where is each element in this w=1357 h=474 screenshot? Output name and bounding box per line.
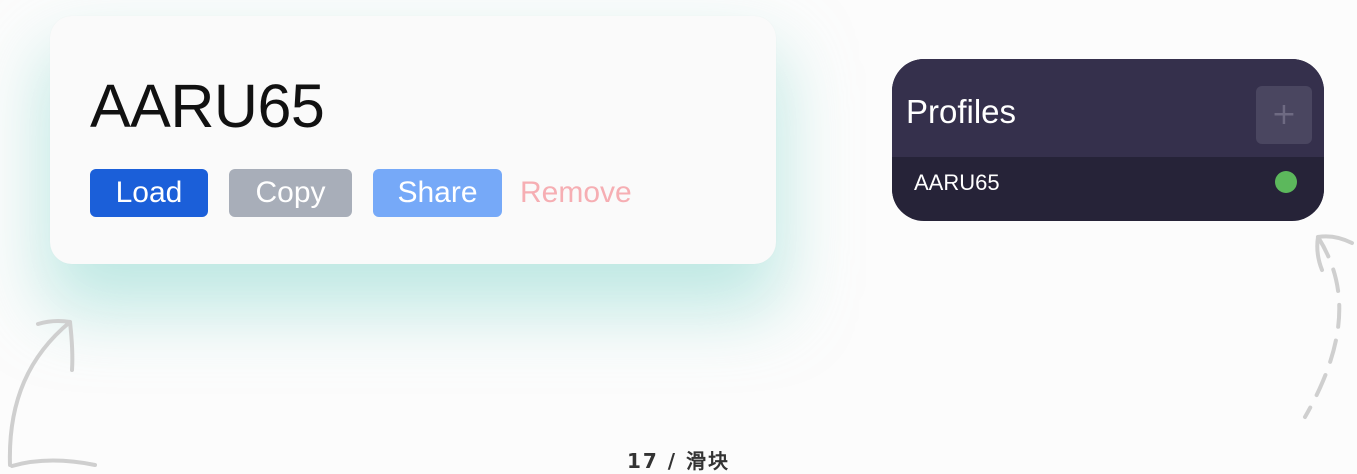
plus-icon: + xyxy=(1271,97,1297,132)
copy-button[interactable]: Copy xyxy=(229,169,352,217)
profiles-title: Profiles xyxy=(906,93,1017,130)
add-profile-button[interactable]: + xyxy=(1256,86,1312,144)
profiles-panel: Profiles + AARU65 xyxy=(892,59,1324,221)
profile-list-item-label: AARU65 xyxy=(914,170,1000,195)
dashed-arrow-right-icon xyxy=(1303,234,1354,419)
profile-name: AARU65 xyxy=(90,72,325,140)
remove-button[interactable]: Remove xyxy=(520,169,650,217)
load-button[interactable]: Load xyxy=(90,169,208,217)
profiles-panel-header: Profiles + xyxy=(892,59,1324,157)
profile-card: AARU65 Load Copy Share Remove xyxy=(50,16,776,264)
status-dot-icon xyxy=(1275,171,1297,193)
share-button[interactable]: Share xyxy=(373,169,502,217)
profile-list-item[interactable]: AARU65 xyxy=(892,157,1324,209)
